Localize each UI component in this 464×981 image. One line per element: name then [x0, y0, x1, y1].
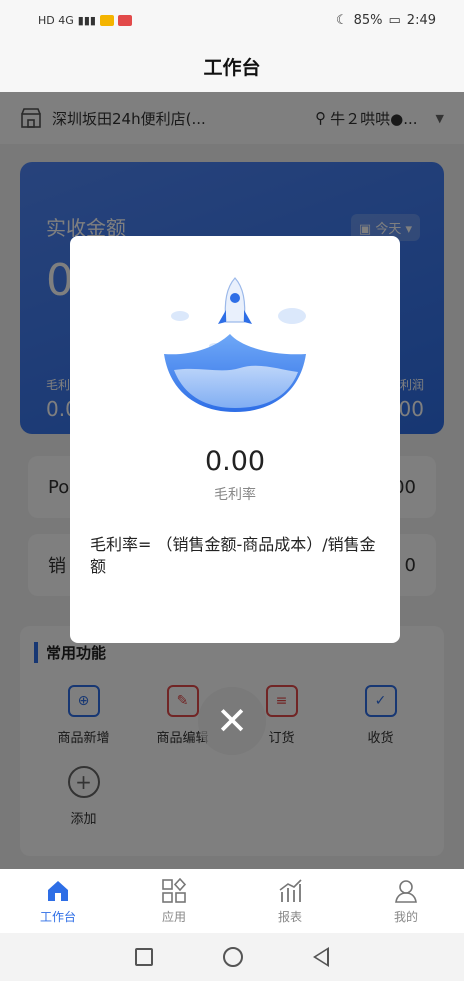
recent-apps-button[interactable]	[135, 948, 153, 966]
system-nav-bar	[0, 933, 464, 981]
battery-icon: ▭	[388, 12, 401, 28]
network-indicator: HD 4G	[38, 13, 74, 27]
gross-margin-label: 毛利率	[214, 487, 256, 503]
rocket-illustration-icon	[164, 277, 306, 412]
home-button[interactable]	[223, 947, 243, 967]
signal-icon: ▮▮▮	[77, 13, 96, 27]
gross-margin-dialog: 0.00 毛利率 毛利率= （销售金额-商品成本）/销售金额	[70, 236, 400, 643]
status-right: ☾ 85% ▭ 2:49	[336, 13, 436, 28]
profile-icon	[395, 879, 417, 903]
close-icon: ✕	[216, 699, 248, 743]
bottom-tab-bar: 工作台 应用 报表 我的	[0, 869, 464, 933]
app-notification-icon	[99, 14, 114, 26]
gross-margin-value: 0.00	[204, 446, 266, 477]
tab-apps[interactable]: 应用	[116, 869, 232, 933]
tab-label: 报表	[277, 909, 302, 924]
status-left: HD 4G ▮▮▮	[38, 14, 132, 27]
report-icon	[279, 878, 302, 902]
header: 工作台	[0, 40, 464, 92]
tab-reports[interactable]: 报表	[232, 869, 348, 933]
tab-label: 应用	[161, 909, 186, 924]
battery-percent: 85%	[353, 12, 383, 28]
page-title: 工作台	[203, 56, 261, 79]
status-bar: HD 4G ▮▮▮ ☾ 85% ▭ 2:49	[0, 0, 464, 40]
gross-margin-formula: 毛利率= （销售金额-商品成本）/销售金额	[90, 535, 376, 576]
tab-workbench[interactable]: 工作台	[0, 869, 116, 933]
back-button[interactable]	[313, 947, 329, 967]
clock: 2:49	[406, 12, 436, 28]
tab-profile[interactable]: 我的	[348, 869, 464, 933]
tab-label: 我的	[393, 909, 418, 924]
moon-icon: ☾	[335, 12, 348, 28]
apps-icon	[162, 877, 187, 903]
home-icon	[48, 880, 68, 901]
app-notification-icon-2	[117, 14, 132, 26]
close-dialog-button[interactable]: ✕	[198, 687, 266, 755]
tab-label: 工作台	[39, 909, 76, 924]
